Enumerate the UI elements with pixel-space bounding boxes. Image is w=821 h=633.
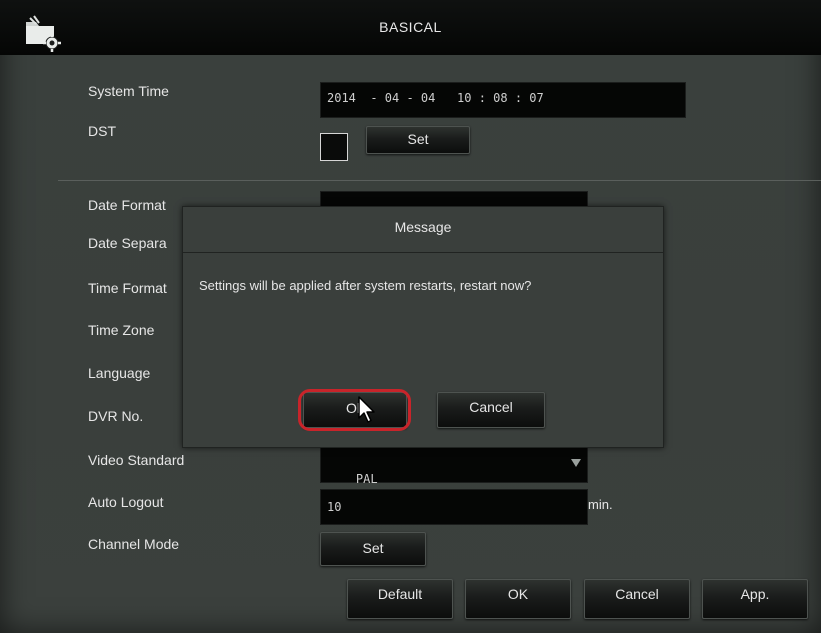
time-zone-label: Time Zone [88, 322, 155, 338]
dst-checkbox[interactable] [320, 133, 348, 161]
video-standard-label: Video Standard [88, 452, 185, 468]
mouse-cursor-icon [358, 396, 375, 423]
window-title: BASICAL [379, 19, 442, 35]
chevron-down-icon[interactable] [571, 459, 581, 467]
section-divider [58, 180, 821, 181]
date-format-label: Date Format [88, 197, 166, 213]
system-time-field[interactable]: 2014 - 04 - 04 10 : 08 : 07 [320, 82, 686, 118]
auto-logout-unit: min. [588, 497, 613, 512]
ok-button-highlight [298, 389, 411, 431]
dialog-divider [183, 252, 663, 253]
system-time-label: System Time [88, 83, 169, 99]
dst-label: DST [88, 123, 116, 139]
auto-logout-label: Auto Logout [88, 494, 164, 510]
dialog-title: Message [394, 219, 452, 235]
time-format-label: Time Format [88, 280, 167, 296]
dialog-message: Settings will be applied after system re… [199, 278, 532, 293]
default-button[interactable]: Default [347, 579, 453, 619]
dvr-no-label: DVR No. [88, 408, 144, 424]
auto-logout-input[interactable]: 10 [320, 489, 588, 525]
channel-mode-label: Channel Mode [88, 536, 180, 552]
dialog-cancel-button[interactable]: Cancel [437, 392, 545, 428]
video-standard-value: PAL [355, 472, 378, 486]
dst-set-button[interactable]: Set [366, 126, 470, 154]
ok-button[interactable]: OK [465, 579, 571, 619]
title-bar: BASICAL [0, 0, 821, 55]
cancel-button[interactable]: Cancel [584, 579, 690, 619]
video-standard-select[interactable]: PAL [320, 447, 588, 486]
channel-mode-set-button[interactable]: Set [320, 532, 426, 566]
date-separator-label: Date Separa [88, 235, 167, 251]
apply-button[interactable]: App. [702, 579, 808, 619]
settings-window: BASICAL System Time 2014 - 04 - 04 10 : … [0, 0, 821, 633]
language-label: Language [88, 365, 151, 381]
date-format-field[interactable] [320, 191, 588, 207]
message-dialog: Message Settings will be applied after s… [182, 206, 664, 448]
